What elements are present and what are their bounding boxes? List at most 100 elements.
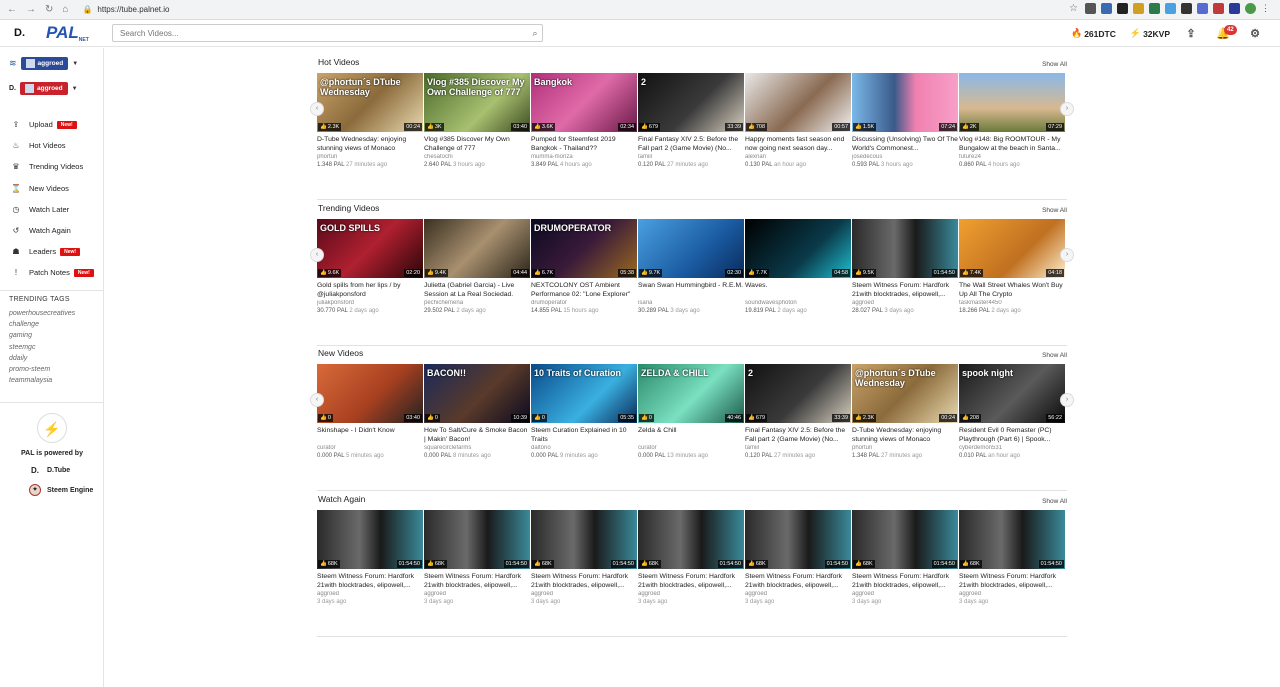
video-card[interactable]: DRUMOPERATOR 👍 6.7K 05:38 NEXTCOLONY OST Amb… <box>531 219 637 314</box>
video-title[interactable]: Resident Evil 0 Remaster (PC) Playthroug… <box>959 426 1065 444</box>
sidebar-item-leaders[interactable]: ☗ Leaders New! <box>0 241 104 262</box>
video-author[interactable]: soundwavesphoton <box>745 300 851 306</box>
account-pill[interactable]: aggroed <box>20 57 69 70</box>
video-thumbnail[interactable]: 👍 68K 01:54:50 <box>638 510 744 569</box>
video-thumbnail[interactable]: @phortun´s DTube Wednesday 👍 2.3K 00:24 <box>317 73 423 132</box>
video-title[interactable]: Steem Witness Forum: Hardfork 21with blo… <box>959 572 1065 590</box>
extension-icon[interactable] <box>1085 3 1096 14</box>
video-author[interactable]: daltono <box>531 445 637 451</box>
menu-icon[interactable]: ⋮ <box>1261 3 1272 14</box>
video-title[interactable]: Final Fantasy XIV 2.5: Before the Fall p… <box>638 135 744 153</box>
video-card[interactable]: 👍 0 03:40 Skinshape - I Didn't Know curator 0… <box>317 364 423 459</box>
video-title[interactable]: Steem Witness Forum: Hardfork 21with blo… <box>852 572 958 590</box>
video-card[interactable]: GOLD SPILLS 👍 9.6K 02:20 Gold spills from he… <box>317 219 423 314</box>
video-author[interactable]: juliakponsford <box>317 300 423 306</box>
extension-icon[interactable] <box>1181 3 1192 14</box>
video-thumbnail[interactable]: 👍 1.5K 07:24 <box>852 73 958 132</box>
tag-link[interactable]: ddaily <box>9 353 75 364</box>
video-title[interactable]: Pumped for Steemfest 2019 Bangkok - Thai… <box>531 135 637 153</box>
video-thumbnail[interactable]: 👍 68K 01:54:50 <box>959 510 1065 569</box>
carousel-prev-button[interactable]: ‹ <box>310 248 324 262</box>
video-thumbnail[interactable]: Bangkok 👍 3.6K 02:34 <box>531 73 637 132</box>
video-author[interactable]: chesatochi <box>424 154 530 160</box>
video-title[interactable]: Waves. <box>745 281 851 299</box>
video-author[interactable]: aggroed <box>745 591 851 597</box>
show-all-link[interactable]: Show All <box>1042 207 1067 214</box>
video-author[interactable]: curator <box>317 445 423 451</box>
sidebar-item-hot-videos[interactable]: ♨ Hot Videos <box>0 135 104 156</box>
powered-dtube-link[interactable]: D. D.Tube <box>0 466 104 475</box>
video-title[interactable]: Julietta (Gabriel Garcia) - Live Session… <box>424 281 530 299</box>
video-title[interactable]: D-Tube Wednesday: enjoying stunning view… <box>852 426 958 444</box>
video-title[interactable]: Zelda & Chill <box>638 426 744 444</box>
sidebar-item-patch-notes[interactable]: ! Patch Notes New! <box>0 262 104 283</box>
video-author[interactable]: squarecirclefarms <box>424 445 530 451</box>
video-card[interactable]: 👍 7.7K 04:58 Waves. soundwavesphoton 19.819 P… <box>745 219 851 314</box>
video-title[interactable]: Gold spills from her lips / by @juliakpo… <box>317 281 423 299</box>
palnet-logo[interactable]: PALNET <box>46 23 89 43</box>
video-thumbnail[interactable]: 👍 9.5K 01:54:50 <box>852 219 958 278</box>
settings-gear-icon[interactable]: ⚙ <box>1248 27 1262 41</box>
show-all-link[interactable]: Show All <box>1042 498 1067 505</box>
video-thumbnail[interactable]: 👍 68K 01:54:50 <box>531 510 637 569</box>
video-thumbnail[interactable]: 👍 2K 07:29 <box>959 73 1065 132</box>
video-card[interactable]: BACON!! 👍 0 10:39 How To Salt/Cure & Smoke B… <box>424 364 530 459</box>
video-thumbnail[interactable]: 10 Traits of Curation 👍 0 05:35 <box>531 364 637 423</box>
video-author[interactable]: aggroed <box>317 591 423 597</box>
dtc-balance[interactable]: 🔥 261DTC <box>1071 28 1116 39</box>
video-title[interactable]: Steem Witness Forum: Hardfork 21with blo… <box>317 572 423 590</box>
video-card[interactable]: 👍 9.5K 01:54:50 Steem Witness Forum: Hardfo… <box>852 219 958 314</box>
video-thumbnail[interactable]: 👍 708 00:57 <box>745 73 851 132</box>
video-author[interactable]: aggroed <box>424 591 530 597</box>
video-title[interactable]: D-Tube Wednesday: enjoying stunning view… <box>317 135 423 153</box>
extension-icon[interactable] <box>1133 3 1144 14</box>
video-title[interactable]: Skinshape - I Didn't Know <box>317 426 423 444</box>
video-author[interactable]: cyberdemon531 <box>959 445 1065 451</box>
reload-icon[interactable]: ↻ <box>45 4 53 15</box>
tag-link[interactable]: steemgc <box>9 342 75 353</box>
video-card[interactable]: 👍 68K 01:54:50 Steem Witness Forum: Hardfor… <box>531 510 637 605</box>
video-card[interactable]: 2 👍 679 33:39 Final Fantasy XIV 2.5: Before … <box>745 364 851 459</box>
video-title[interactable]: How To Salt/Cure & Smoke Bacon | Makin' … <box>424 426 530 444</box>
video-thumbnail[interactable]: 👍 7.4K 04:18 <box>959 219 1065 278</box>
video-card[interactable]: 2 👍 679 33:39 Final Fantasy XIV 2.5: Before … <box>638 73 744 168</box>
video-author[interactable]: phortun <box>852 445 958 451</box>
back-icon[interactable]: ← <box>7 4 17 15</box>
video-title[interactable]: The Wall Street Whales Won't Buy Up All … <box>959 281 1065 299</box>
video-thumbnail[interactable]: ZELDA & CHILL 👍 0 40:46 <box>638 364 744 423</box>
video-author[interactable]: alexnan <box>745 154 851 160</box>
carousel-next-button[interactable]: › <box>1060 393 1074 407</box>
video-thumbnail[interactable]: Vlog #385 Discover My Own Challenge of 7… <box>424 73 530 132</box>
video-author[interactable]: tamiil <box>638 154 744 160</box>
upload-icon[interactable]: ⇪ <box>1184 27 1198 41</box>
video-card[interactable]: spook night 👍 208 56:22 Resident Evil 0 Rema… <box>959 364 1065 459</box>
tag-link[interactable]: challenge <box>9 319 75 330</box>
video-card[interactable]: Bangkok 👍 3.6K 02:34 Pumped for Steemfest 20… <box>531 73 637 168</box>
video-card[interactable]: 👍 68K 01:54:50 Steem Witness Forum: Hardfor… <box>745 510 851 605</box>
carousel-prev-button[interactable]: ‹ <box>310 393 324 407</box>
video-thumbnail[interactable]: 👍 0 03:40 <box>317 364 423 423</box>
chevron-down-icon[interactable]: ▼ <box>72 61 78 67</box>
show-all-link[interactable]: Show All <box>1042 61 1067 68</box>
video-thumbnail[interactable]: @phortun´s DTube Wednesday 👍 2.3K 00:24 <box>852 364 958 423</box>
video-title[interactable]: Swan Swan Hummingbird - R.E.M. <box>638 281 744 299</box>
star-icon[interactable]: ☆ <box>1069 3 1080 14</box>
video-card[interactable]: 👍 7.4K 04:18 The Wall Street Whales Won't B… <box>959 219 1065 314</box>
video-card[interactable]: 10 Traits of Curation 👍 0 05:35 Steem Curati… <box>531 364 637 459</box>
video-title[interactable]: Steem Witness Forum: Hardfork 21with blo… <box>531 572 637 590</box>
video-author[interactable]: aggroed <box>959 591 1065 597</box>
video-author[interactable]: taskmaster4450 <box>959 300 1065 306</box>
video-title[interactable]: Steem Witness Forum: Hardfork 21with blo… <box>745 572 851 590</box>
video-author[interactable]: aggroed <box>638 591 744 597</box>
sidebar-item-upload[interactable]: ⇪ Upload New! <box>0 114 104 135</box>
tag-link[interactable]: powerhousecreatives <box>9 308 75 319</box>
video-title[interactable]: Final Fantasy XIV 2.5: Before the Fall p… <box>745 426 851 444</box>
video-author[interactable]: drumoperator <box>531 300 637 306</box>
video-title[interactable]: Happy moments fast season end now going … <box>745 135 851 153</box>
video-card[interactable]: 👍 9.4K 04:44 Julietta (Gabriel Garcia) - Li… <box>424 219 530 314</box>
sidebar-item-watch-again[interactable]: ↺ Watch Again <box>0 220 104 241</box>
video-title[interactable]: Steem Witness Forum: Hardfork 21with blo… <box>852 281 958 299</box>
carousel-next-button[interactable]: › <box>1060 102 1074 116</box>
video-author[interactable]: isaria <box>638 300 744 306</box>
tag-link[interactable]: teammalaysia <box>9 375 75 386</box>
